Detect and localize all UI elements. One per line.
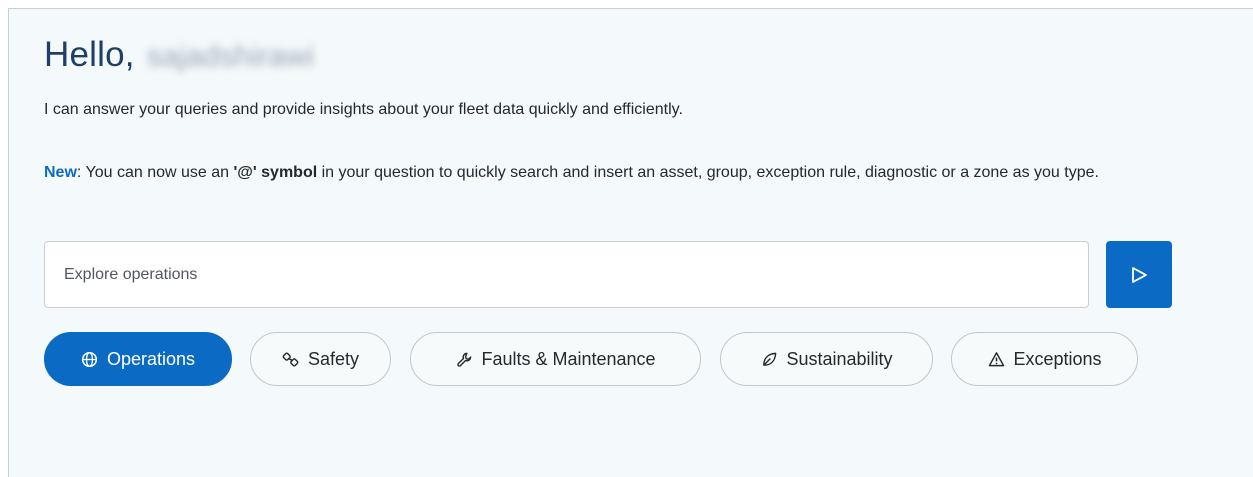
greeting-heading: Hello, sajadshirawi	[44, 35, 314, 75]
globe-icon	[81, 350, 99, 368]
chip-label: Sustainability	[786, 348, 893, 369]
chip-label: Exceptions	[1013, 348, 1102, 369]
username-blurred: sajadshirawi	[146, 40, 315, 73]
announcement-text-after: in your question to quickly search and i…	[317, 164, 1099, 181]
chip-safety[interactable]: Safety	[250, 332, 391, 386]
chip-label: Faults & Maintenance	[481, 348, 656, 369]
assistant-panel: Hello, sajadshirawi I can answer your qu…	[8, 8, 1253, 477]
chip-operations[interactable]: Operations	[44, 332, 232, 386]
explore-query-input[interactable]	[44, 241, 1089, 308]
chip-exceptions[interactable]: Exceptions	[951, 332, 1138, 386]
chip-label: Safety	[307, 348, 360, 369]
at-symbol-text: '@' symbol	[233, 164, 318, 181]
chip-sustainability[interactable]: Sustainability	[720, 332, 933, 386]
announcement-text-before: : You can now use an	[76, 164, 234, 181]
warning-icon	[987, 350, 1005, 368]
send-icon	[1130, 266, 1148, 284]
new-feature-announcement: New: You can now use an '@' symbol in yo…	[44, 163, 1124, 183]
chip-label: Operations	[106, 348, 196, 369]
chip-faults-maintenance[interactable]: Faults & Maintenance	[410, 332, 701, 386]
new-label: New	[44, 164, 77, 181]
leaf-icon	[760, 350, 778, 368]
intro-text: I can answer your queries and provide in…	[44, 101, 683, 118]
wrench-icon	[455, 350, 473, 368]
send-button[interactable]	[1106, 241, 1172, 308]
seatbelt-icon	[282, 350, 300, 368]
greeting-hello: Hello,	[44, 35, 135, 74]
